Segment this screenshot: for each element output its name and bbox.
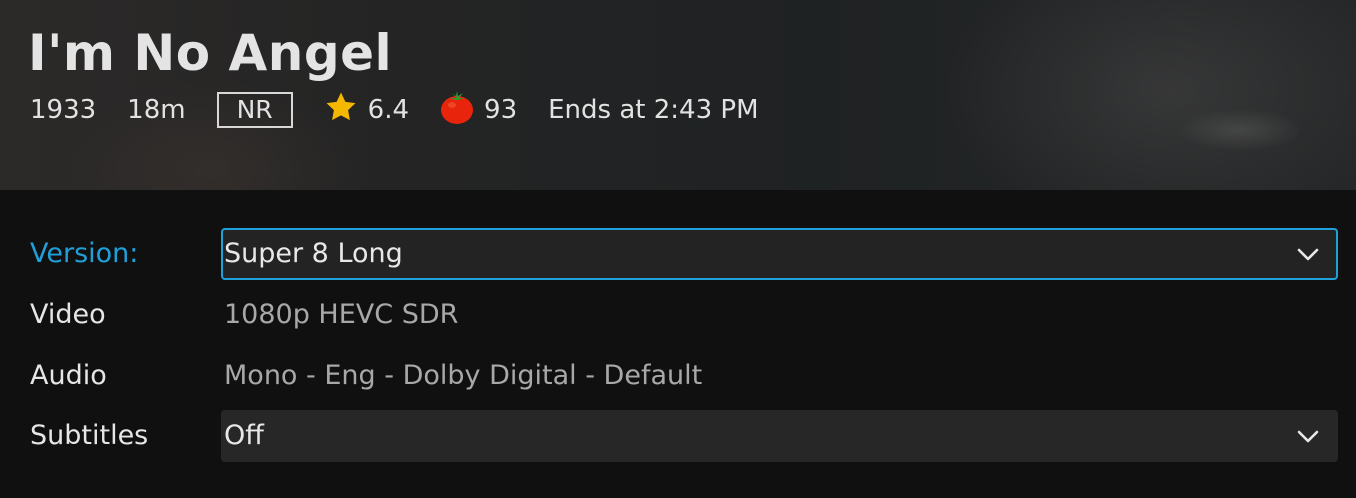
- official-rating-badge: NR: [216, 92, 293, 128]
- video-row: Video 1080p HEVC SDR: [0, 289, 1356, 341]
- community-rating: 6.4: [324, 90, 409, 131]
- subtitles-selected-value: Off: [224, 420, 264, 451]
- critic-rating: 93: [440, 89, 517, 132]
- video-label: Video: [30, 299, 106, 330]
- official-rating: NR: [216, 92, 293, 128]
- audio-info: Mono - Eng - Dolby Digital - Default: [224, 360, 703, 391]
- page-title: I'm No Angel: [28, 24, 393, 82]
- chevron-down-icon: [1296, 424, 1320, 448]
- backdrop-header: I'm No Angel 1933 18m NR 6.4 93 Ends at …: [0, 0, 1356, 190]
- critic-rating-value: 93: [484, 95, 518, 125]
- tomato-icon: [440, 89, 474, 132]
- video-info: 1080p HEVC SDR: [224, 299, 459, 330]
- end-time: Ends at 2:43 PM: [548, 95, 759, 125]
- version-selected-value: Super 8 Long: [224, 238, 403, 269]
- version-select[interactable]: Super 8 Long: [221, 228, 1338, 280]
- version-row: Version: Super 8 Long: [0, 228, 1356, 280]
- subtitles-select[interactable]: Off: [221, 410, 1338, 462]
- runtime: 18m: [127, 95, 186, 125]
- audio-row: Audio Mono - Eng - Dolby Digital - Defau…: [0, 350, 1356, 402]
- audio-label: Audio: [30, 360, 107, 391]
- star-icon: [324, 90, 358, 131]
- subtitles-row: Subtitles Off: [0, 410, 1356, 462]
- media-info-bar: 1933 18m NR 6.4 93 Ends at 2:43 PM: [30, 89, 790, 131]
- chevron-down-icon: [1296, 242, 1320, 266]
- subtitles-label: Subtitles: [30, 420, 149, 451]
- version-label: Version:: [30, 238, 139, 269]
- community-rating-value: 6.4: [367, 95, 410, 125]
- backdrop-image: [940, 0, 1356, 190]
- production-year: 1933: [30, 95, 97, 125]
- item-details-page: I'm No Angel 1933 18m NR 6.4 93 Ends at …: [0, 0, 1356, 498]
- backdrop-image-detail: [1180, 110, 1300, 150]
- playback-options-form: Version: Super 8 Long Video 1080p HEVC S…: [0, 190, 1356, 498]
